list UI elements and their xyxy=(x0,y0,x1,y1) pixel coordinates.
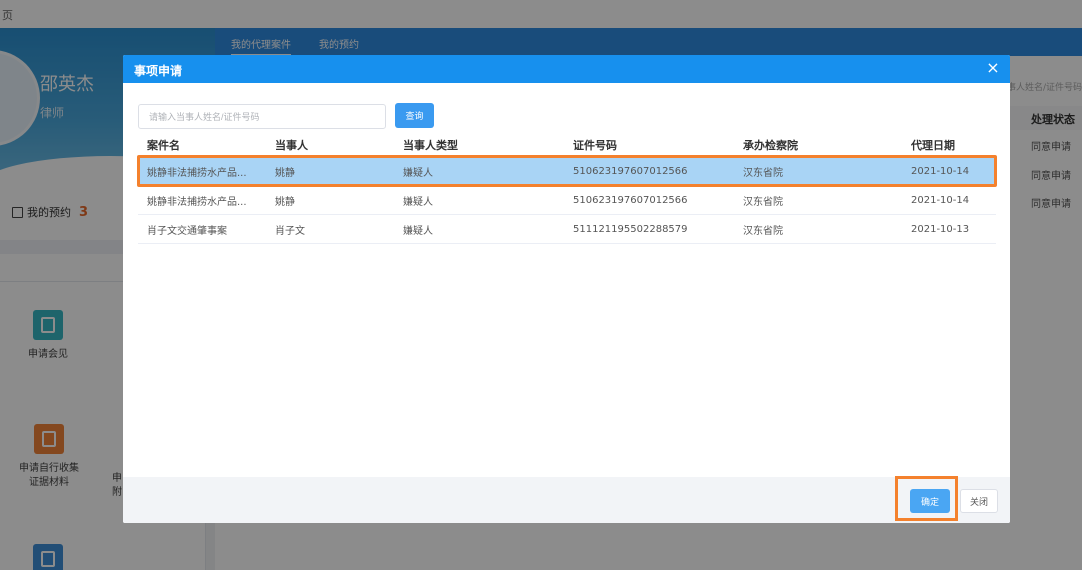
column-header[interactable]: 代理日期 xyxy=(911,133,991,156)
column-header[interactable]: 案件名 xyxy=(147,133,257,156)
column-header[interactable]: 承办检察院 xyxy=(743,133,863,156)
search-button[interactable]: 查询 xyxy=(395,103,434,128)
table-header: 案件名 当事人 当事人类型 证件号码 承办检察院 代理日期 xyxy=(138,133,996,157)
column-header[interactable]: 证件号码 xyxy=(573,133,713,156)
date-cell: 2021-10-14 xyxy=(911,194,970,206)
column-header[interactable]: 当事人类型 xyxy=(403,133,503,156)
dialog-header: 事项申请 × xyxy=(123,55,1010,83)
table-row[interactable]: 姚静非法捕捞水产品... 姚静 嫌疑人 510623197607012566 汉… xyxy=(138,157,996,186)
confirm-button[interactable]: 确定 xyxy=(910,489,950,513)
case-table: 案件名 当事人 当事人类型 证件号码 承办检察院 代理日期 姚静非法捕捞水产品.… xyxy=(138,133,996,244)
id-number-cell: 510623197607012566 xyxy=(573,165,688,177)
date-cell: 2021-10-13 xyxy=(911,223,970,235)
case-name-cell: 肖子文交通肇事案 xyxy=(147,225,227,237)
item-application-dialog: 事项申请 × 查询 案件名 当事人 当事人类型 证件号码 承办检察院 代理日期 … xyxy=(123,55,1010,523)
party-type-cell: 嫌疑人 xyxy=(403,225,433,237)
case-name-cell: 姚静非法捕捞水产品... xyxy=(147,196,247,208)
office-cell: 汉东省院 xyxy=(743,196,783,208)
party-cell: 肖子文 xyxy=(275,225,305,237)
party-cell: 姚静 xyxy=(275,196,295,208)
party-type-cell: 嫌疑人 xyxy=(403,167,433,179)
case-name-cell: 姚静非法捕捞水产品... xyxy=(147,167,247,179)
close-button[interactable]: 关闭 xyxy=(960,489,998,513)
dialog-title: 事项申请 xyxy=(134,64,183,78)
dialog-footer xyxy=(123,477,1010,523)
party-type-cell: 嫌疑人 xyxy=(403,196,433,208)
party-cell: 姚静 xyxy=(275,167,295,179)
office-cell: 汉东省院 xyxy=(743,167,783,179)
date-cell: 2021-10-14 xyxy=(911,165,970,177)
table-row[interactable]: 姚静非法捕捞水产品... 姚静 嫌疑人 510623197607012566 汉… xyxy=(138,186,996,215)
search-input[interactable] xyxy=(138,104,386,129)
office-cell: 汉东省院 xyxy=(743,225,783,237)
column-header[interactable]: 当事人 xyxy=(275,133,375,156)
close-icon[interactable]: × xyxy=(984,59,1002,77)
table-row[interactable]: 肖子文交通肇事案 肖子文 嫌疑人 511121195502288579 汉东省院… xyxy=(138,215,996,244)
id-number-cell: 511121195502288579 xyxy=(573,223,688,235)
id-number-cell: 510623197607012566 xyxy=(573,194,688,206)
